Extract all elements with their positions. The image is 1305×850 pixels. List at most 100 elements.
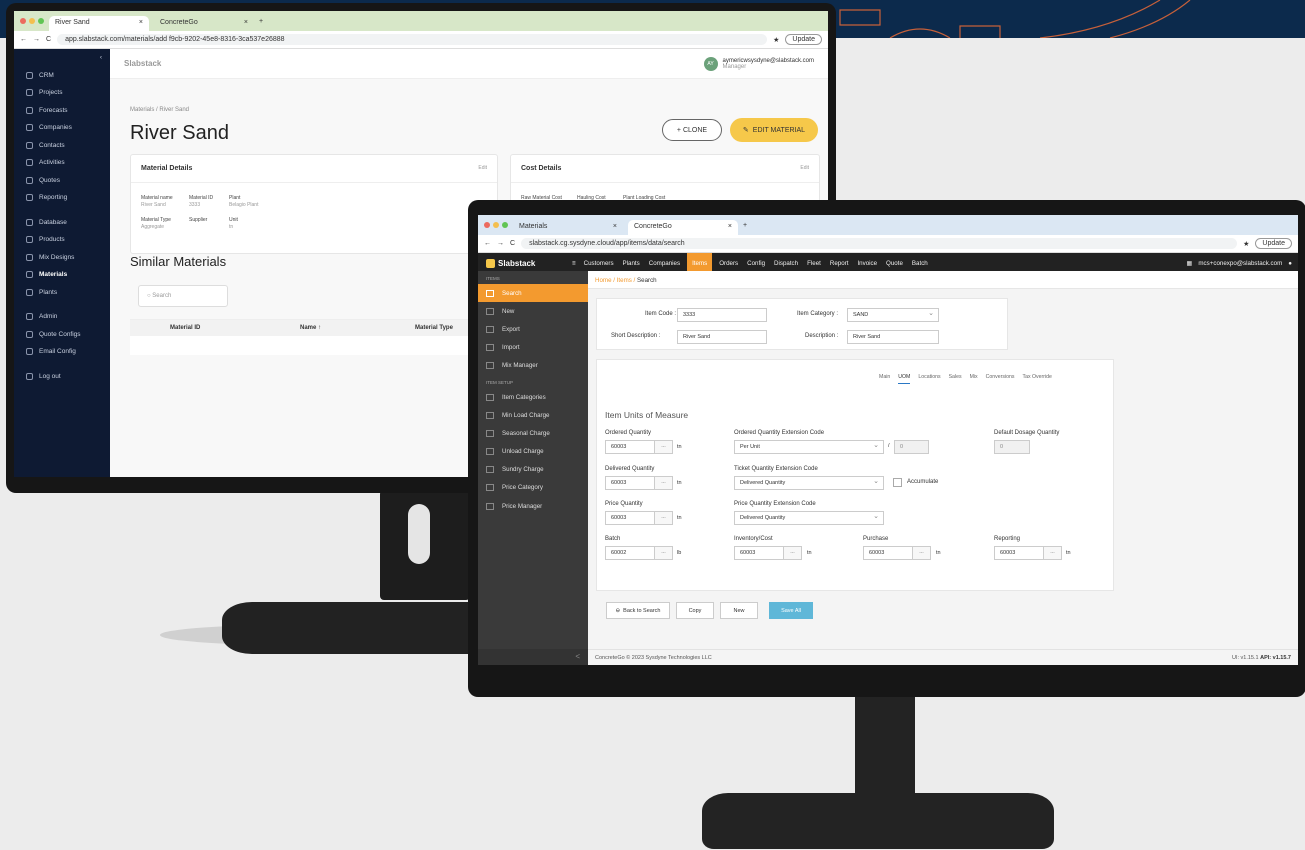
- window-controls[interactable]: [484, 222, 508, 228]
- clone-button[interactable]: + CLONE: [662, 119, 722, 141]
- sidebar-item-import[interactable]: Import: [478, 339, 588, 357]
- sidebar-item-unload-charge[interactable]: Unload Charge: [478, 443, 588, 461]
- close-icon[interactable]: ×: [139, 19, 143, 28]
- sidebar-item-products[interactable]: Products: [14, 231, 110, 249]
- lookup-button[interactable]: ...: [655, 511, 673, 525]
- sidebar-item-projects[interactable]: Projects: [14, 84, 110, 102]
- window-controls[interactable]: [20, 18, 44, 24]
- tab-uom[interactable]: UOM: [898, 374, 911, 384]
- sidebar-item-price-manager[interactable]: Price Manager: [478, 497, 588, 515]
- price-ext-select[interactable]: Delivered Quantity: [734, 511, 884, 525]
- delivered-quantity-input[interactable]: 60003: [605, 476, 655, 490]
- edit-material-button[interactable]: ✎ EDIT MATERIAL: [730, 118, 818, 142]
- update-button[interactable]: Update: [1255, 238, 1292, 249]
- sidebar-item-admin[interactable]: Admin: [14, 308, 110, 326]
- new-button[interactable]: New: [720, 602, 758, 619]
- edit-link[interactable]: Edit: [800, 165, 809, 172]
- lookup-button[interactable]: ...: [1044, 546, 1062, 560]
- column-header[interactable]: Name ↑: [290, 325, 405, 331]
- close-icon[interactable]: ×: [728, 223, 732, 232]
- short-description-input[interactable]: River Sand: [677, 330, 767, 344]
- sidebar-item-new[interactable]: New: [478, 302, 588, 320]
- sidebar-item-crm[interactable]: CRM: [14, 67, 110, 85]
- browser-tab[interactable]: ConcreteGo ×: [154, 16, 254, 31]
- hamburger-icon[interactable]: ≡: [572, 260, 576, 267]
- lookup-button[interactable]: ...: [784, 546, 802, 560]
- back-to-search-button[interactable]: ⊖ Back to Search: [606, 602, 670, 619]
- extensions-icon[interactable]: ★: [773, 36, 779, 44]
- ticket-ext-select[interactable]: Delivered Quantity: [734, 476, 884, 490]
- sidebar-item-log-out[interactable]: Log out: [14, 368, 110, 386]
- price-quantity-input[interactable]: 60003: [605, 511, 655, 525]
- sidebar-item-quotes[interactable]: Quotes: [14, 172, 110, 190]
- browser-tab[interactable]: ConcreteGo ×: [628, 220, 738, 235]
- lookup-button[interactable]: ...: [913, 546, 931, 560]
- user-menu[interactable]: AY aymericwsysdyne@slabstack.com Manager: [703, 56, 814, 71]
- accumulate-checkbox[interactable]: [893, 478, 902, 487]
- save-all-button[interactable]: Save All: [769, 602, 813, 619]
- new-tab-icon[interactable]: +: [743, 222, 747, 229]
- sidebar-item-search[interactable]: Search: [478, 284, 588, 303]
- sidebar-item-mix-designs[interactable]: Mix Designs: [14, 249, 110, 267]
- back-arrow-icon[interactable]: ←: [484, 240, 491, 247]
- sidebar-item-materials[interactable]: Materials: [14, 266, 110, 284]
- forward-arrow-icon[interactable]: →: [497, 240, 504, 247]
- sidebar-item-export[interactable]: Export: [478, 320, 588, 338]
- sidebar-item-sundry-charge[interactable]: Sundry Charge: [478, 461, 588, 479]
- sidebar-item-database[interactable]: Database: [14, 214, 110, 232]
- inventory-cost-input[interactable]: 60003: [734, 546, 784, 560]
- sidebar-item-price-category[interactable]: Price Category: [478, 479, 588, 497]
- sidebar-item-mix-manager[interactable]: Mix Manager: [478, 357, 588, 375]
- sidebar-item-email-config[interactable]: Email Config: [14, 343, 110, 361]
- lookup-button[interactable]: ...: [655, 476, 673, 490]
- batch-input[interactable]: 60002: [605, 546, 655, 560]
- close-icon[interactable]: ×: [613, 223, 617, 232]
- browser-tab[interactable]: River Sand ×: [49, 16, 149, 31]
- address-field[interactable]: app.slabstack.com/materials/add f9cb-920…: [57, 34, 768, 45]
- tab-locations[interactable]: Locations: [918, 374, 940, 384]
- tab-conversions[interactable]: Conversions: [986, 374, 1015, 384]
- breadcrumb-home[interactable]: Home: [595, 277, 612, 284]
- sidebar-item-reporting[interactable]: Reporting: [14, 189, 110, 207]
- sidebar-item-min-load-charge[interactable]: Min Load Charge: [478, 406, 588, 424]
- column-header[interactable]: Material ID: [160, 325, 290, 331]
- sidebar-item-item-categories[interactable]: Item Categories: [478, 388, 588, 406]
- tab-sales[interactable]: Sales: [949, 374, 962, 384]
- forward-arrow-icon[interactable]: →: [33, 36, 40, 43]
- ordered-quantity-input[interactable]: 60003: [605, 440, 655, 454]
- item-code-input[interactable]: 3333: [677, 308, 767, 322]
- purchase-input[interactable]: 60003: [863, 546, 913, 560]
- new-tab-icon[interactable]: +: [259, 18, 263, 25]
- update-button[interactable]: Update: [785, 34, 822, 45]
- sidebar-item-forecasts[interactable]: Forecasts: [14, 102, 110, 120]
- collapse-sidebar-icon[interactable]: <: [478, 649, 588, 665]
- sidebar-item-companies[interactable]: Companies: [14, 119, 110, 137]
- user-menu[interactable]: ▦ mcs+conexpo@slabstack.com ●: [1187, 260, 1298, 267]
- tab-tax-override[interactable]: Tax Override: [1022, 374, 1051, 384]
- ordered-ext-select[interactable]: Per Unit: [734, 440, 884, 454]
- sidebar-item-seasonal-charge[interactable]: Seasonal Charge: [478, 424, 588, 442]
- reporting-input[interactable]: 60003: [994, 546, 1044, 560]
- description-input[interactable]: River Sand: [847, 330, 939, 344]
- extensions-icon[interactable]: ★: [1243, 240, 1249, 248]
- search-input[interactable]: ○ Search: [138, 285, 228, 307]
- item-category-select[interactable]: SAND: [847, 308, 939, 322]
- sidebar-item-quote-configs[interactable]: Quote Configs: [14, 326, 110, 344]
- copy-button[interactable]: Copy: [676, 602, 714, 619]
- reload-icon[interactable]: C: [510, 240, 515, 247]
- tab-mix[interactable]: Mix: [970, 374, 978, 384]
- sidebar-item-contacts[interactable]: Contacts: [14, 137, 110, 155]
- apps-grid-icon[interactable]: ▦: [1187, 260, 1193, 267]
- user-icon[interactable]: ●: [1288, 260, 1292, 267]
- breadcrumb-items[interactable]: Items: [617, 277, 632, 284]
- default-dosage-input[interactable]: 0: [994, 440, 1030, 454]
- tab-main[interactable]: Main: [879, 374, 890, 384]
- edit-link[interactable]: Edit: [478, 165, 487, 172]
- lookup-button[interactable]: ...: [655, 546, 673, 560]
- sidebar-item-activities[interactable]: Activities: [14, 154, 110, 172]
- close-icon[interactable]: ×: [244, 19, 248, 28]
- browser-tab[interactable]: Materials ×: [513, 220, 623, 235]
- lookup-button[interactable]: ...: [655, 440, 673, 454]
- ordered-ext-value[interactable]: 0: [894, 440, 929, 454]
- sidebar-item-plants[interactable]: Plants: [14, 284, 110, 302]
